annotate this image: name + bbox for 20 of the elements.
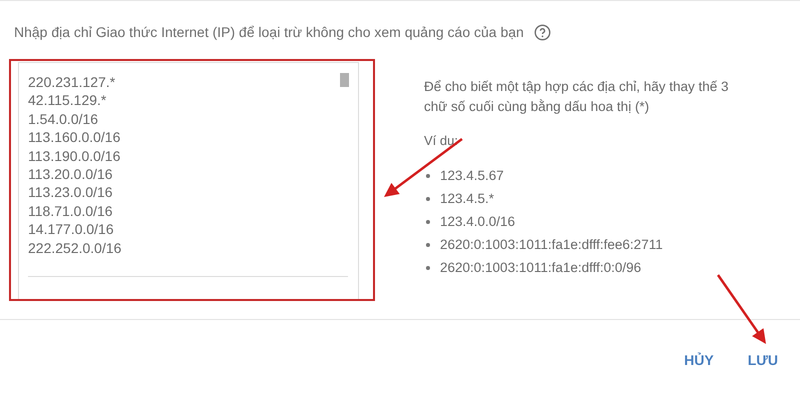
hint-text: Để cho biết một tập hợp các địa chỉ, hãy thay thế 3 chữ số cuối cùng bằng dấu hoa thị (*) [424,78,730,116]
scrollbar-thumb[interactable] [340,73,349,87]
bullet-icon [426,174,430,178]
example-text: 123.4.0.0/16 [440,213,516,231]
ip-list-text: 220.231.127.* 42.115.129.* 1.54.0.0/16 113.160.0.0/16 113.190.0.0/16 113.20.0.0/16 113.23.0.0/16 118.71.0.0/16 14.177.0.0/16 222.252.0.0/16 [28,73,122,258]
example-text: 123.4.5.* [440,190,494,208]
example-text: 2620:0:1003:1011:fa1e:dfff:0:0/96 [440,259,642,277]
example-text: 123.4.5.67 [440,167,504,185]
examples-label: Ví dụ: [424,133,458,148]
prompt-label: Nhập địa chỉ Giao thức Internet (IP) để loại trừ không cho xem quảng cáo của bạn [14,24,524,40]
bullet-icon [426,266,430,270]
cancel-button[interactable]: HỦY [674,344,724,376]
bullet-icon [426,243,430,247]
ip-list-field[interactable]: 220.231.127.* 42.115.129.* 1.54.0.0/16 113.160.0.0/16 113.190.0.0/16 113.20.0.0/16 113.23.0.0/16 118.71.0.0/16 14.177.0.0/16 222.252.0.0/16 [18,62,359,299]
bullet-icon [426,197,430,201]
arrow-drawing [716,274,766,344]
example-text: 2620:0:1003:1011:fa1e:dfff:fee6:2711 [440,236,663,254]
bullet-icon [426,220,430,224]
save-button[interactable]: LƯU [738,344,788,376]
help-icon[interactable] [534,24,551,40]
